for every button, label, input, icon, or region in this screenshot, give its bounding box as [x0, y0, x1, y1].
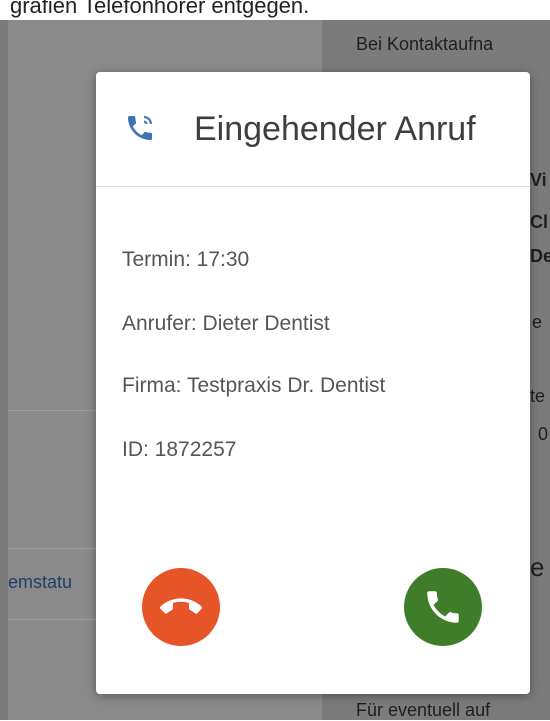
decline-call-button[interactable] [142, 568, 220, 646]
background-right-text: Vi [530, 170, 547, 190]
dialog-header: Eingehender Anruf [96, 72, 530, 186]
incoming-call-dialog: Eingehender Anruf Termin: 17:30 Anrufer:… [96, 72, 530, 694]
background-top-text: grafien Telefonhörer entgegen. [10, 0, 310, 18]
background-right-text: e [532, 312, 543, 332]
background-right-text: De [530, 246, 550, 266]
background-right-text: te [530, 386, 546, 406]
background-right-text: Bei Kontaktaufna [356, 34, 494, 54]
phone-in-talk-icon [124, 112, 156, 144]
dialog-divider [96, 186, 530, 187]
call-end-icon [160, 598, 202, 614]
background-right-text: Cl [530, 212, 548, 232]
background-right-heading: e [530, 552, 545, 582]
background-right-text: Für eventuell auf [356, 700, 491, 720]
accept-call-button[interactable] [404, 568, 482, 646]
appointment-time: Termin: 17:30 [122, 248, 250, 271]
caller-company: Firma: Testpraxis Dr. Dentist [122, 374, 386, 397]
background-right-text: 0 [538, 424, 549, 444]
caller-id: ID: 1872257 [122, 438, 237, 461]
background-status-text: emstatu [8, 572, 73, 592]
caller-name: Anrufer: Dieter Dentist [122, 312, 330, 335]
dialog-title: Eingehender Anruf [194, 110, 476, 148]
background-top-strip: grafien Telefonhörer entgegen. [0, 0, 550, 20]
phone-icon [427, 591, 459, 623]
